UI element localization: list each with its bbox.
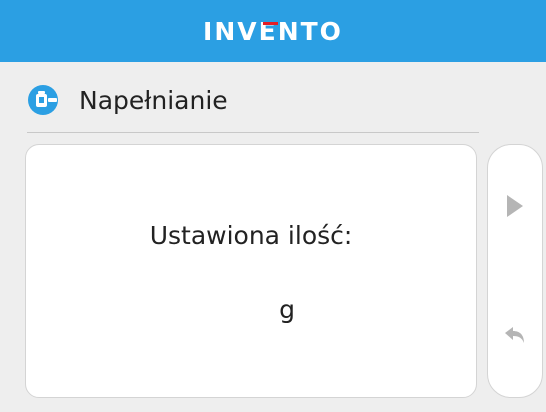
return-arrow-icon — [503, 325, 527, 351]
logo-accent — [263, 21, 279, 25]
amount-card: Ustawiona ilość: g — [25, 144, 477, 398]
next-button[interactable] — [488, 181, 542, 235]
screen-title: Napełnianie — [79, 85, 228, 115]
fill-dispenser-icon — [27, 84, 71, 116]
play-arrow-icon — [504, 193, 526, 223]
amount-unit: g — [26, 295, 476, 324]
unit-label: g — [279, 295, 295, 324]
navigation-panel — [487, 144, 543, 398]
header-divider — [27, 132, 479, 133]
back-button[interactable] — [488, 311, 542, 365]
amount-label: Ustawiona ilość: — [149, 221, 353, 250]
top-bar: INVENTO — [0, 0, 546, 62]
brand-logo: INVENTO — [203, 17, 343, 46]
screen-header: Napełnianie — [27, 76, 228, 124]
